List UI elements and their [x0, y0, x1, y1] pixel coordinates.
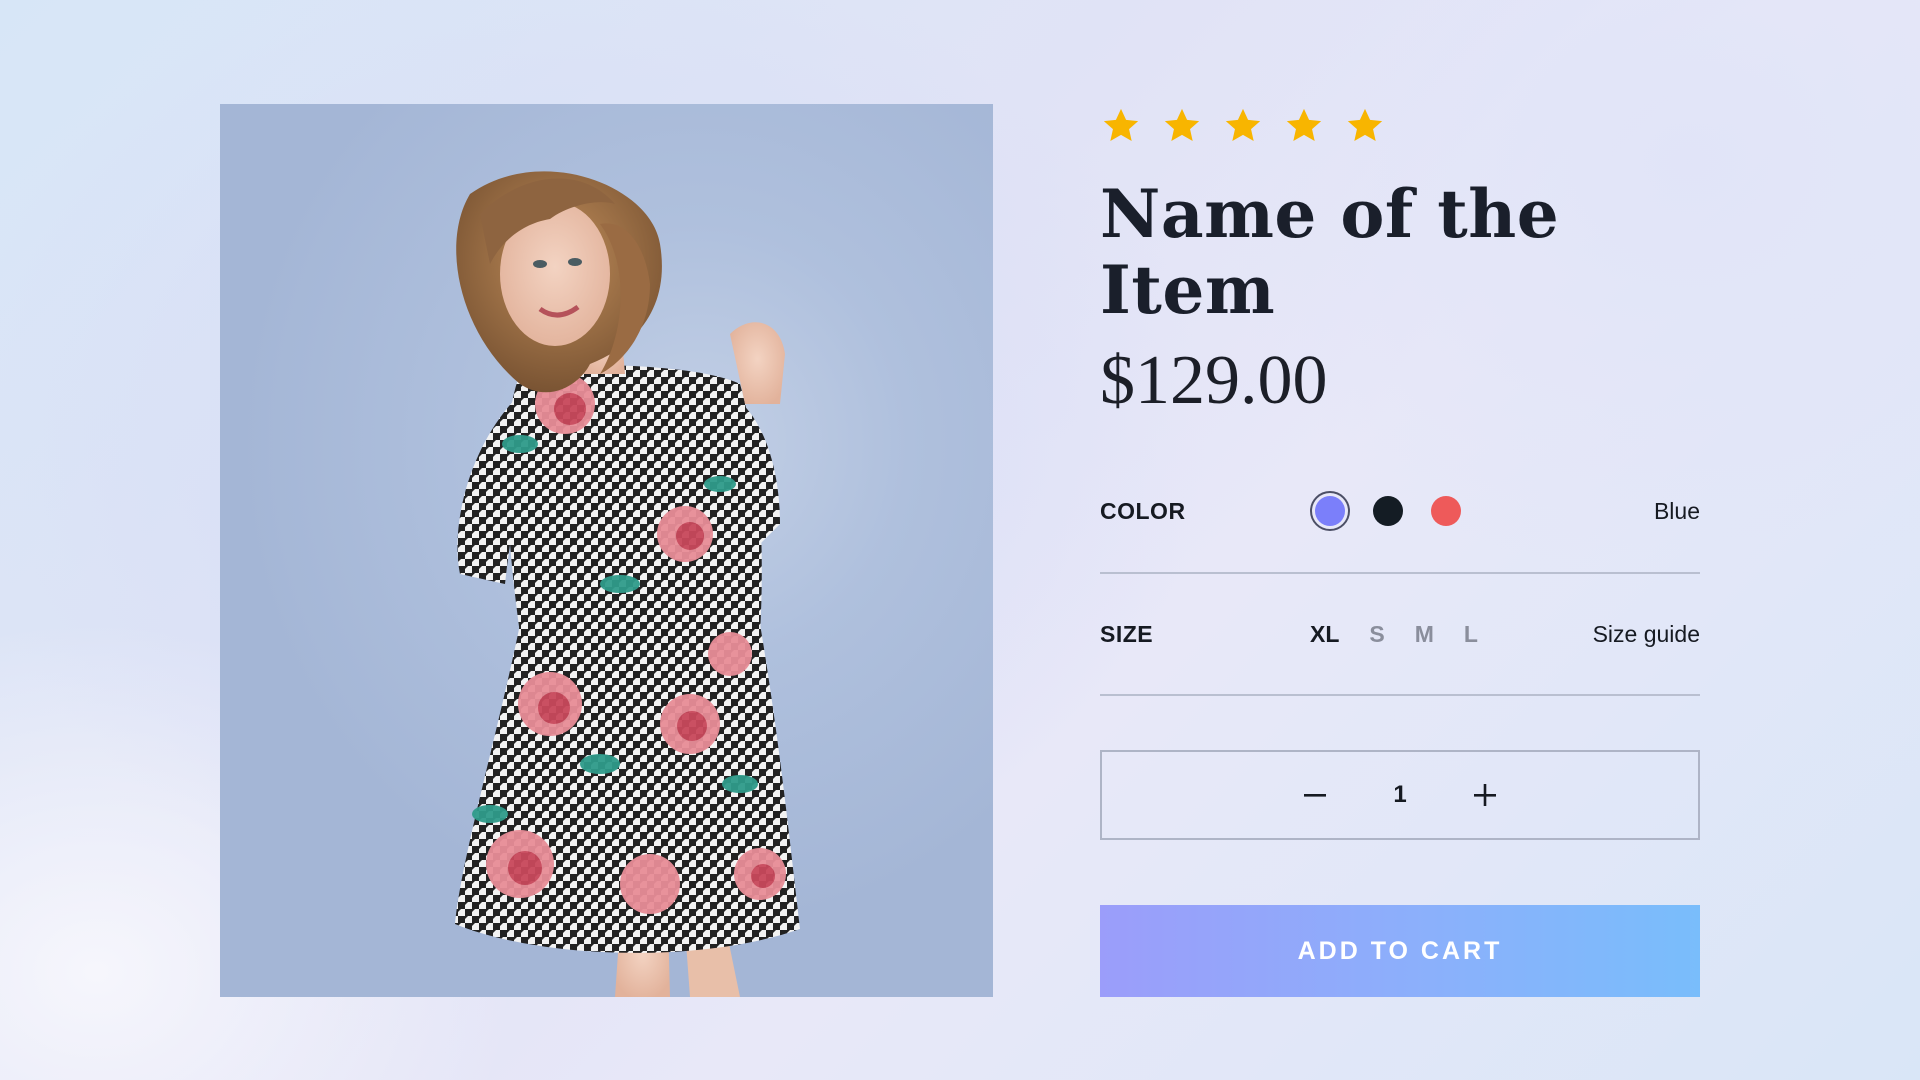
color-swatch-black[interactable]	[1368, 491, 1408, 531]
product-details: Name of the Item $129.00 COLOR Blue SIZE…	[1100, 104, 1700, 840]
product-title: Name of the Item	[1100, 175, 1560, 329]
color-label: COLOR	[1100, 497, 1186, 524]
rating-stars	[1100, 104, 1700, 148]
plus-icon	[1474, 784, 1496, 806]
size-label: SIZE	[1100, 620, 1154, 647]
star-icon	[1161, 105, 1203, 147]
star-icon	[1100, 105, 1142, 147]
quantity-stepper: 1	[1100, 750, 1700, 840]
size-option-l[interactable]: L	[1464, 621, 1478, 648]
size-row: SIZE XL S M L Size guide	[1100, 574, 1700, 696]
color-swatches	[1310, 491, 1466, 531]
size-option-xl[interactable]: XL	[1310, 621, 1339, 648]
quantity-value[interactable]: 1	[1345, 781, 1455, 809]
increment-button[interactable]	[1455, 765, 1515, 825]
size-option-s[interactable]: S	[1369, 621, 1384, 648]
add-to-cart-button[interactable]: ADD TO CART	[1100, 905, 1700, 997]
swatch-fill	[1431, 496, 1461, 526]
swatch-fill	[1373, 496, 1403, 526]
swatch-fill	[1315, 496, 1345, 526]
product-image	[220, 104, 993, 997]
product-photo	[455, 171, 800, 997]
size-guide-link[interactable]: Size guide	[1593, 621, 1700, 648]
minus-icon	[1304, 794, 1326, 797]
color-row: COLOR Blue	[1100, 450, 1700, 574]
star-icon	[1222, 105, 1264, 147]
color-swatch-blue[interactable]	[1310, 491, 1350, 531]
product-price: $129.00	[1100, 342, 1328, 419]
color-swatch-red[interactable]	[1426, 491, 1466, 531]
size-options: XL S M L	[1310, 621, 1478, 648]
selected-color-name: Blue	[1653, 497, 1700, 524]
star-icon	[1344, 105, 1386, 147]
star-icon	[1283, 105, 1325, 147]
size-option-m[interactable]: M	[1415, 621, 1434, 648]
decrement-button[interactable]	[1285, 765, 1345, 825]
